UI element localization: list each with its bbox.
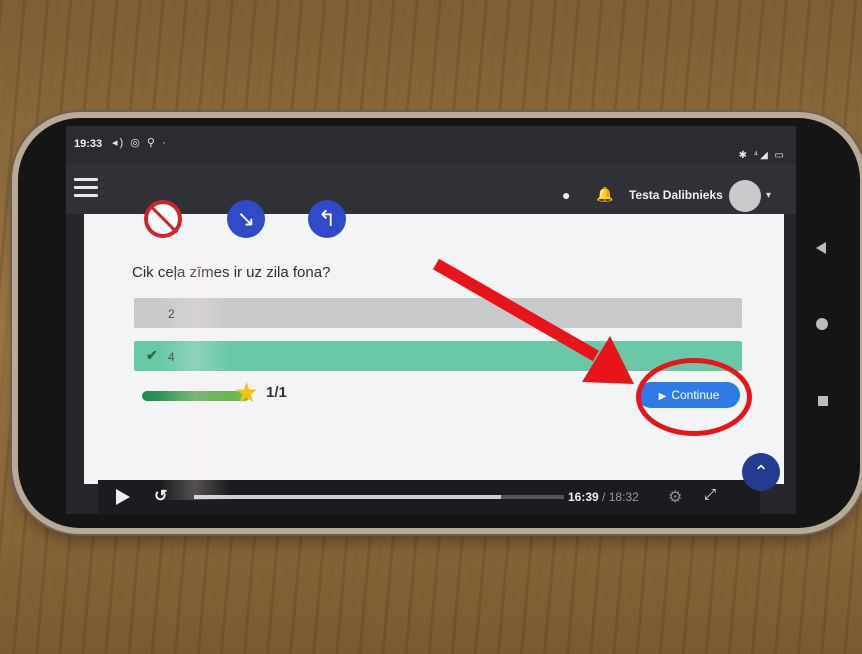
phone-screen: 19:33 ◂) ◎ ⚲ · ✱ ⁴◢ ▭ ● 🔔 Testa Dalibnie… (66, 126, 796, 514)
answer-label: 2 (168, 307, 175, 321)
bell-icon[interactable]: 🔔 (596, 186, 613, 203)
answer-option-correct[interactable]: ✔ 4 (134, 341, 742, 371)
fullscreen-icon[interactable]: ⤢ (704, 486, 716, 503)
video-total-time: 18:32 (608, 490, 639, 504)
play-icon[interactable] (116, 489, 130, 505)
avatar[interactable] (729, 180, 761, 212)
replay-icon[interactable]: ↺ (154, 486, 167, 506)
chevron-down-icon[interactable]: ▾ (766, 190, 771, 201)
video-time-separator: / (598, 490, 609, 504)
video-controls: ↺ 16:39 / 18:32 ⚙ ⤢ (98, 480, 760, 514)
video-seek-fill (194, 495, 502, 499)
gear-icon[interactable]: ⚙ (668, 487, 682, 507)
hamburger-menu-icon[interactable] (74, 178, 98, 197)
status-time: 19:33 (74, 138, 103, 150)
answer-label: 4 (168, 350, 175, 364)
status-signal-battery-icons: ✱ ⁴◢ ▭ (738, 150, 786, 161)
status-notification-icons: ◂) ◎ ⚲ · (112, 137, 168, 149)
chat-icon[interactable]: ● (562, 187, 570, 203)
keep-right-sign-icon: ↘ (227, 200, 265, 238)
star-icon: ★ (234, 377, 260, 408)
status-bar: 19:33 ◂) ◎ ⚲ · ✱ ⁴◢ ▭ (66, 126, 796, 164)
scroll-to-top-button[interactable]: ⌃ (742, 453, 780, 491)
check-icon: ✔ (146, 347, 158, 363)
no-entry-sign-icon (144, 200, 182, 238)
answer-option[interactable]: 2 (134, 298, 742, 328)
video-time: 16:39 / 18:32 (568, 490, 639, 504)
annotation-circle (636, 358, 752, 436)
quiz-panel: ↘ ↰ Cik ceļa zīmes ir uz zila fona? 2 ✔ … (84, 200, 784, 484)
back-icon[interactable] (816, 242, 826, 254)
quiz-progress-label: 1/1 (266, 384, 287, 401)
video-current-time: 16:39 (568, 490, 599, 504)
recent-apps-icon[interactable] (818, 396, 828, 406)
chevron-up-icon: ⌃ (753, 462, 769, 482)
turn-sign-icon: ↰ (308, 200, 346, 238)
quiz-question: Cik ceļa zīmes ir uz zila fona? (132, 264, 331, 281)
user-name[interactable]: Testa Dalibnieks (629, 188, 723, 202)
home-icon[interactable] (816, 318, 828, 330)
video-seek-bar[interactable] (194, 495, 564, 499)
